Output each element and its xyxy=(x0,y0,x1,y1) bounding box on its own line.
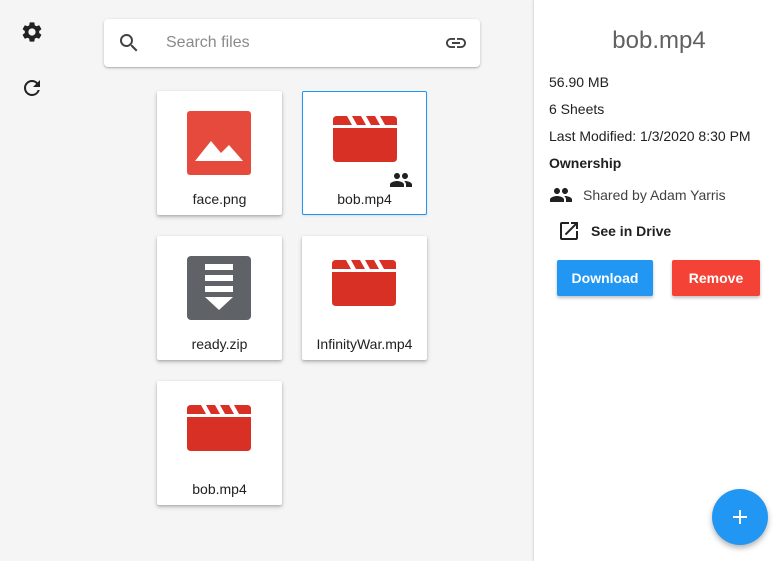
video-file-icon xyxy=(332,256,396,320)
video-file-icon xyxy=(187,401,251,465)
settings-icon xyxy=(22,22,42,42)
sheet-count: 6 Sheets xyxy=(549,101,605,117)
archive-file-icon xyxy=(187,256,251,320)
ownership-heading: Ownership xyxy=(549,155,622,171)
link-icon xyxy=(446,38,466,48)
search-input[interactable] xyxy=(166,31,436,55)
open-in-new-icon xyxy=(560,222,578,240)
file-tile-bob-mp4[interactable]: bob.mp4 xyxy=(157,381,282,505)
file-tile-face-png[interactable]: face.png xyxy=(157,91,282,215)
file-size: 56.90 MB xyxy=(549,74,609,90)
refresh-icon xyxy=(24,80,40,96)
refresh-button[interactable] xyxy=(20,76,44,100)
search-bar xyxy=(104,19,480,67)
file-name: bob.mp4 xyxy=(337,191,392,207)
people-icon xyxy=(550,188,572,202)
shared-people-icon xyxy=(389,168,413,192)
file-name: ready.zip xyxy=(191,336,248,352)
file-name: face.png xyxy=(192,191,247,207)
file-name: bob.mp4 xyxy=(192,481,247,497)
file-tile-ready-zip[interactable]: ready.zip xyxy=(157,236,282,360)
download-button[interactable]: Download xyxy=(557,260,653,296)
last-modified: Last Modified: 1/3/2020 8:30 PM xyxy=(549,128,751,144)
details-title: bob.mp4 xyxy=(612,27,706,54)
shared-by-row: Shared by Adam Yarris xyxy=(549,183,726,207)
settings-button[interactable] xyxy=(20,20,44,44)
image-file-icon xyxy=(187,111,251,175)
shared-by-text: Shared by Adam Yarris xyxy=(583,187,726,203)
add-fab-button[interactable] xyxy=(712,489,768,545)
file-tile-infinitywar-mp4[interactable]: InfinityWar.mp4 xyxy=(302,236,427,360)
file-name: InfinityWar.mp4 xyxy=(316,336,413,352)
video-file-icon xyxy=(333,112,397,176)
see-in-drive-label: See in Drive xyxy=(591,223,672,239)
details-panel: bob.mp4 56.90 MB 6 Sheets Last Modified:… xyxy=(534,0,784,561)
see-in-drive-link[interactable]: See in Drive xyxy=(557,219,671,243)
plus-icon xyxy=(733,510,747,524)
link-button[interactable] xyxy=(444,31,468,55)
remove-button[interactable]: Remove xyxy=(672,260,760,296)
file-tile-bob-mp4-selected[interactable]: bob.mp4 xyxy=(302,91,427,215)
search-icon xyxy=(117,31,141,55)
side-rail xyxy=(0,0,64,561)
